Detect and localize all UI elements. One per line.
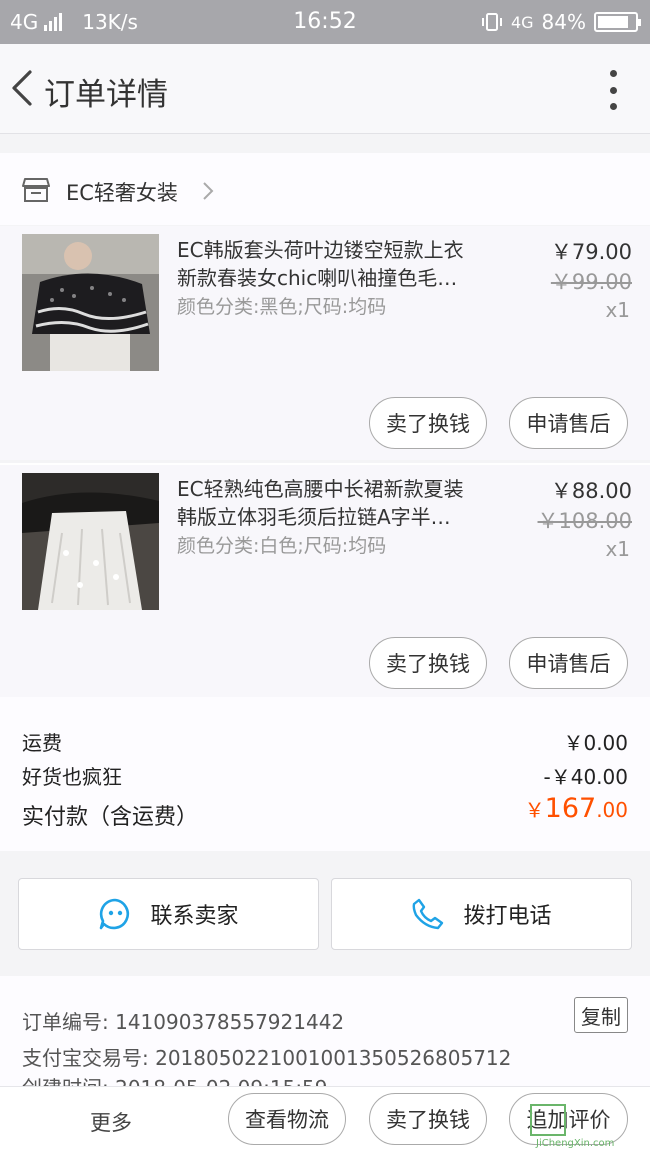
order-info: 订单编号: 141090378557921442 复制 支付宝交易号: 2018… — [0, 976, 650, 1086]
product-title-line2: 韩版立体羽毛须后拉链A字半… — [177, 505, 451, 529]
product-quantity: x1 — [605, 537, 630, 561]
product-price: ￥79.00 — [550, 240, 632, 264]
shipping-row: 运费 ￥0.00 — [22, 727, 628, 756]
product-quantity: x1 — [605, 298, 630, 322]
network-type-right: 4G — [510, 12, 534, 32]
product-image-2 — [22, 473, 159, 610]
paid-integer: 167 — [544, 793, 597, 824]
nav-bar: 订单详情 — [0, 44, 650, 134]
shop-name: EC轻奢女装 — [66, 181, 178, 205]
contact-actions: 联系卖家 拨打电话 — [0, 869, 650, 959]
product-title[interactable]: EC韩版套头荷叶边镂空短款上衣 新款春装女chic喇叭袖撞色毛… — [177, 236, 497, 292]
product-original-price: ￥108.00 — [537, 509, 632, 533]
created-time: 创建时间: 2018-05-02 09:15:59 — [22, 1072, 328, 1086]
phone-icon — [413, 898, 444, 930]
call-phone-label: 拨打电话 — [463, 904, 552, 929]
sell-for-cash-button[interactable]: 卖了换钱 — [369, 1093, 487, 1145]
order-item[interactable]: EC轻熟纯色高腰中长裙新款夏装 韩版立体羽毛须后拉链A字半… 颜色分类:白色;尺… — [0, 463, 650, 697]
chevron-right-icon — [203, 182, 214, 200]
more-options-icon[interactable] — [606, 70, 620, 110]
status-bar: 4G 13K/s 16:52 4G 84% — [0, 0, 650, 44]
sell-for-cash-button[interactable]: 卖了换钱 — [369, 637, 487, 689]
product-original-price: ￥99.00 — [550, 270, 632, 294]
product-thumbnail[interactable] — [22, 234, 159, 371]
paid-row: 实付款（含运费） ￥167.00 — [22, 793, 628, 831]
product-title-line2: 新款春装女chic喇叭袖撞色毛… — [177, 266, 458, 290]
watermark-box — [530, 1104, 566, 1136]
product-spec: 颜色分类:黑色;尺码:均码 — [177, 296, 387, 318]
battery-fill — [598, 16, 629, 28]
product-thumbnail[interactable] — [22, 473, 159, 610]
contact-seller-label: 联系卖家 — [150, 904, 239, 929]
call-phone-button[interactable]: 拨打电话 — [331, 878, 632, 950]
sell-for-cash-button[interactable]: 卖了换钱 — [369, 397, 487, 449]
product-title-line1: EC韩版套头荷叶边镂空短款上衣 — [177, 238, 464, 262]
status-right: 4G 84% — [481, 10, 641, 34]
product-price: ￥88.00 — [550, 479, 632, 503]
shop-icon — [22, 178, 50, 202]
shop-header[interactable]: EC轻奢女装 — [0, 153, 650, 225]
battery-percent: 84% — [541, 10, 586, 34]
vibrate-icon — [481, 13, 502, 31]
back-icon[interactable] — [8, 66, 38, 110]
battery-icon — [594, 12, 641, 32]
order-item[interactable]: EC韩版套头荷叶边镂空短款上衣 新款春装女chic喇叭袖撞色毛… 颜色分类:黑色… — [0, 226, 650, 460]
discount-label: 好货也疯狂 — [22, 765, 122, 789]
product-title-line1: EC轻熟纯色高腰中长裙新款夏装 — [177, 477, 464, 501]
discount-value: -￥40.00 — [543, 765, 628, 789]
page-title: 订单详情 — [44, 77, 168, 113]
product-spec: 颜色分类:白色;尺码:均码 — [177, 535, 387, 557]
product-title[interactable]: EC轻熟纯色高腰中长裙新款夏装 韩版立体羽毛须后拉链A字半… — [177, 475, 497, 531]
chat-bubble-icon — [100, 898, 130, 930]
watermark-logo: JiChengXin.com — [530, 1104, 644, 1149]
contact-seller-button[interactable]: 联系卖家 — [18, 878, 319, 950]
order-number: 订单编号: 141090378557921442 — [22, 1010, 345, 1034]
paid-decimal: .00 — [596, 798, 628, 822]
watermark-text: JiChengXin.com — [536, 1138, 615, 1149]
more-button[interactable]: 更多 — [90, 1107, 132, 1137]
product-image-1 — [22, 234, 159, 371]
after-sale-button[interactable]: 申请售后 — [509, 397, 628, 449]
alipay-trade-number: 支付宝交易号: 2018050221001001350526805712 — [22, 1046, 512, 1070]
after-sale-button[interactable]: 申请售后 — [509, 637, 628, 689]
paid-amount: ￥167.00 — [525, 793, 628, 824]
shipping-value: ￥0.00 — [563, 731, 628, 755]
view-logistics-button[interactable]: 查看物流 — [228, 1093, 346, 1145]
paid-label: 实付款（含运费） — [22, 805, 199, 830]
order-totals: 运费 ￥0.00 好货也疯狂 -￥40.00 实付款（含运费） ￥167.00 — [0, 697, 650, 851]
discount-row: 好货也疯狂 -￥40.00 — [22, 761, 628, 790]
shipping-label: 运费 — [22, 731, 62, 755]
copy-button[interactable]: 复制 — [574, 997, 628, 1033]
paid-currency: ￥ — [524, 798, 545, 822]
